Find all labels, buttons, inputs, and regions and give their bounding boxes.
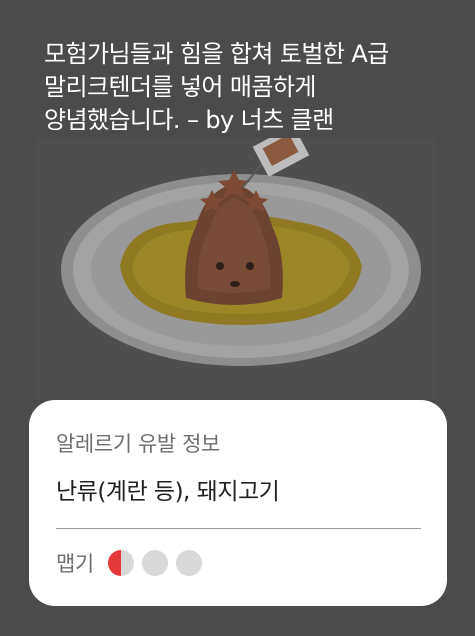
food-photo bbox=[36, 138, 436, 400]
allergy-title: 알레르기 유발 정보 bbox=[56, 432, 220, 456]
spicy-label: 맵기 bbox=[56, 552, 94, 576]
allergy-value: 난류(계란 등), 돼지고기 bbox=[56, 479, 280, 505]
allergy-info-card: 알레르기 유발 정보 난류(계란 등), 돼지고기 맵기 bbox=[29, 400, 447, 606]
fried-rice-dish-image bbox=[61, 138, 421, 366]
menu-description: 모험가님들과 힘을 합쳐 토벌한 A급 말리크텐더를 넣어 매콤하게 양념했습니… bbox=[44, 40, 389, 134]
spicy-row: 맵기 bbox=[56, 548, 210, 578]
spicy-dot bbox=[107, 550, 134, 576]
divider bbox=[56, 528, 421, 529]
spicy-dot bbox=[141, 550, 168, 576]
menu-detail-screen: 모험가님들과 힘을 합쳐 토벌한 A급 말리크텐더를 넣어 매콤하게 양념했습니… bbox=[0, 0, 475, 636]
spicy-level-indicator bbox=[107, 550, 210, 576]
spicy-dot bbox=[175, 550, 202, 576]
